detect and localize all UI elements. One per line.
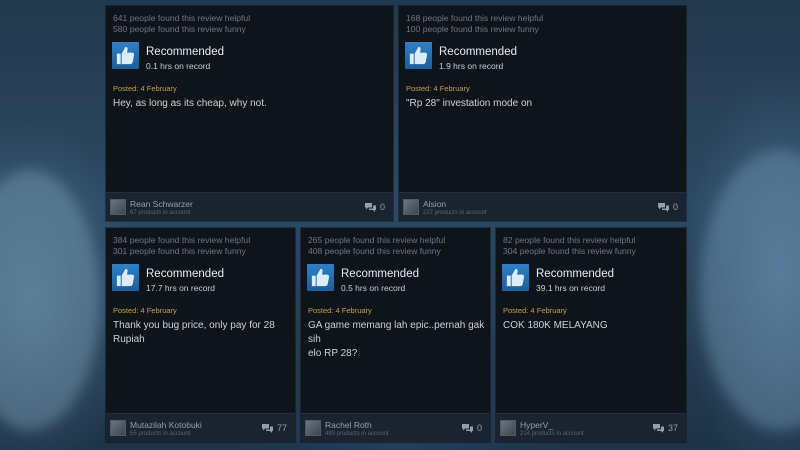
- helpful-count: 168 people found this review helpful: [406, 13, 544, 23]
- hours-on-record: 17.7 hrs on record: [146, 283, 215, 293]
- author-name[interactable]: Mutazilah Kotobuki: [130, 420, 202, 430]
- funny-count: 304 people found this review funny: [503, 246, 636, 256]
- helpful-count: 384 people found this review helpful: [113, 235, 251, 245]
- comments-value: 0: [476, 423, 482, 433]
- thumbs-up-icon: [405, 42, 432, 69]
- comments-icon: [364, 203, 376, 212]
- posted-date: Posted: 4 February: [503, 306, 567, 315]
- helpful-counts: 168 people found this review helpful 100…: [406, 13, 543, 35]
- review-text: GA game memang lah epic..pernah gak sih …: [308, 319, 490, 361]
- avatar[interactable]: [500, 420, 516, 436]
- thumbs-up-icon: [307, 264, 334, 291]
- review-card[interactable]: 168 people found this review helpful 100…: [399, 6, 686, 221]
- review-text: "Rp 28" investation mode on: [406, 98, 533, 109]
- author-name[interactable]: Rachel Roth: [325, 420, 372, 430]
- comments-count[interactable]: 0: [364, 202, 385, 214]
- helpful-count: 265 people found this review helpful: [308, 235, 446, 245]
- avatar[interactable]: [110, 420, 126, 436]
- review-footer: Alsion 227 products in account 0: [399, 192, 686, 221]
- posted-date: Posted: 4 February: [113, 306, 177, 315]
- review-footer: Rachel Roth 493 products in account 0: [301, 413, 490, 442]
- comments-value: 0: [672, 202, 678, 212]
- review-text: Thank you bug price, only pay for 28 Rup…: [113, 319, 275, 347]
- helpful-count: 82 people found this review helpful: [503, 235, 636, 245]
- recommendation-label: Recommended: [439, 46, 517, 58]
- avatar[interactable]: [305, 420, 321, 436]
- author-name[interactable]: HyperV_: [520, 420, 553, 430]
- comments-icon: [261, 424, 273, 433]
- products-in-account: 227 products in account: [423, 210, 487, 216]
- posted-date: Posted: 4 February: [406, 84, 470, 93]
- review-text-line: Rupiah: [113, 334, 145, 345]
- recommendation-label: Recommended: [146, 268, 224, 280]
- funny-count: 408 people found this review funny: [308, 246, 441, 256]
- comments-icon: [461, 424, 473, 433]
- recommendation-label: Recommended: [146, 46, 224, 58]
- review-body[interactable]: 265 people found this review helpful 408…: [301, 228, 490, 414]
- hours-on-record: 1.9 hrs on record: [439, 61, 504, 71]
- review-text-line: elo RP 28?: [308, 348, 358, 359]
- funny-count: 301 people found this review funny: [113, 246, 246, 256]
- comments-icon: [657, 203, 669, 212]
- posted-date: Posted: 4 February: [113, 84, 177, 93]
- helpful-counts: 384 people found this review helpful 301…: [113, 235, 250, 257]
- hours-on-record: 39.1 hrs on record: [536, 283, 605, 293]
- review-text-line: GA game memang lah epic..pernah gak sih: [308, 320, 485, 345]
- review-body[interactable]: 168 people found this review helpful 100…: [399, 6, 686, 193]
- hours-on-record: 0.5 hrs on record: [341, 283, 406, 293]
- review-body[interactable]: 384 people found this review helpful 301…: [106, 228, 295, 414]
- funny-count: 580 people found this review funny: [113, 24, 246, 34]
- helpful-counts: 82 people found this review helpful 304 …: [503, 235, 636, 257]
- review-footer: Rean Schwarzer 67 products in account 0: [106, 192, 393, 221]
- review-body[interactable]: 641 people found this review helpful 580…: [106, 6, 393, 193]
- background-art-right: [700, 150, 800, 430]
- comments-count[interactable]: 37: [652, 423, 678, 435]
- review-text: Hey, as long as its cheap, why not.: [113, 98, 267, 109]
- review-card[interactable]: 82 people found this review helpful 304 …: [496, 228, 686, 442]
- review-text-line: Thank you bug price, only pay for 28: [113, 320, 275, 331]
- avatar[interactable]: [110, 199, 126, 215]
- author-name[interactable]: Rean Schwarzer: [130, 199, 193, 209]
- products-in-account: 493 products in account: [325, 431, 389, 437]
- posted-date: Posted: 4 February: [308, 306, 372, 315]
- review-footer: HyperV_ 214 products in account 37: [496, 413, 686, 442]
- review-card[interactable]: 265 people found this review helpful 408…: [301, 228, 490, 442]
- comments-count[interactable]: 0: [461, 423, 482, 435]
- comments-count[interactable]: 77: [261, 423, 287, 435]
- comments-icon: [652, 424, 664, 433]
- products-in-account: 67 products in account: [130, 210, 191, 216]
- recommendation-label: Recommended: [536, 268, 614, 280]
- author-name[interactable]: Alsion: [423, 199, 446, 209]
- review-text: COK 180K MELAYANG: [503, 320, 608, 331]
- recommendation-label: Recommended: [341, 268, 419, 280]
- products-in-account: 214 products in account: [520, 431, 584, 437]
- helpful-count: 641 people found this review helpful: [113, 13, 251, 23]
- comments-value: 0: [379, 202, 385, 212]
- thumbs-up-icon: [112, 264, 139, 291]
- review-body[interactable]: 82 people found this review helpful 304 …: [496, 228, 686, 414]
- products-in-account: 55 products in account: [130, 431, 191, 437]
- thumbs-up-icon: [502, 264, 529, 291]
- background-art-left: [0, 170, 100, 430]
- avatar[interactable]: [403, 199, 419, 215]
- thumbs-up-icon: [112, 42, 139, 69]
- comments-value: 37: [667, 423, 678, 433]
- helpful-counts: 265 people found this review helpful 408…: [308, 235, 445, 257]
- review-footer: Mutazilah Kotobuki 55 products in accoun…: [106, 413, 295, 442]
- review-card[interactable]: 384 people found this review helpful 301…: [106, 228, 295, 442]
- review-card[interactable]: 641 people found this review helpful 580…: [106, 6, 393, 221]
- comments-count[interactable]: 0: [657, 202, 678, 214]
- comments-value: 77: [276, 423, 287, 433]
- funny-count: 100 people found this review funny: [406, 24, 539, 34]
- hours-on-record: 0.1 hrs on record: [146, 61, 211, 71]
- helpful-counts: 641 people found this review helpful 580…: [113, 13, 250, 35]
